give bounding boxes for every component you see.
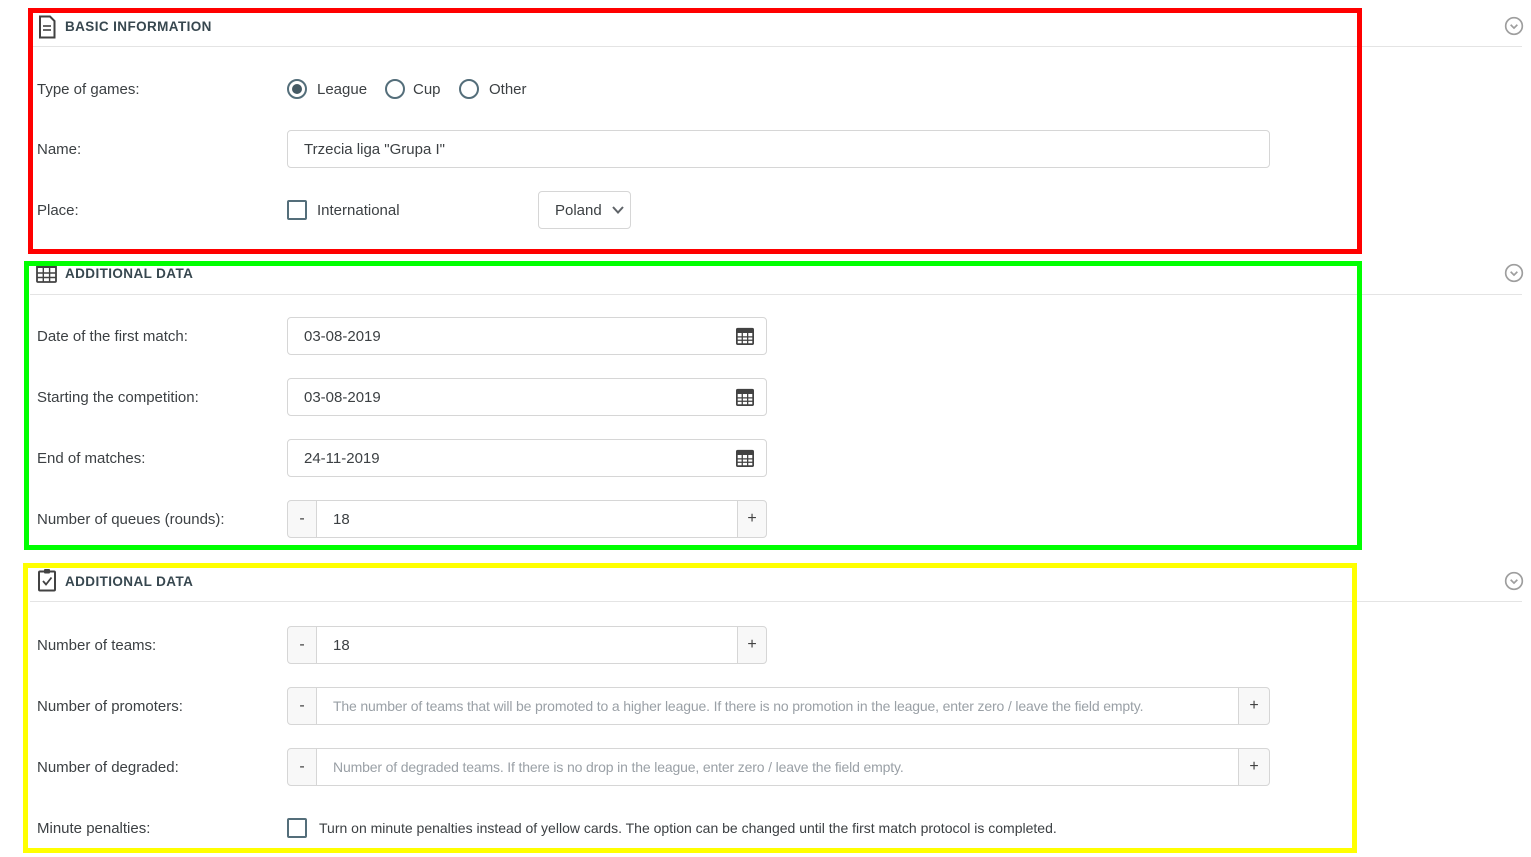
minute-penalties-description[interactable]: Turn on minute penalties instead of yell… bbox=[319, 820, 1057, 836]
number-of-degraded-label: Number of degraded: bbox=[37, 759, 179, 776]
plus-icon: + bbox=[747, 510, 756, 528]
name-field-wrapper bbox=[287, 130, 1270, 168]
date-first-match-field[interactable] bbox=[287, 317, 767, 355]
collapse-section-numbers-button[interactable] bbox=[1504, 571, 1524, 591]
country-dropdown[interactable]: Poland bbox=[538, 191, 631, 229]
end-of-matches-label: End of matches: bbox=[37, 450, 145, 467]
radio-league-label[interactable]: League bbox=[317, 81, 367, 98]
calendar-icon[interactable] bbox=[736, 327, 754, 345]
starting-competition-label: Starting the competition: bbox=[37, 389, 199, 406]
radio-league[interactable] bbox=[287, 79, 307, 99]
teams-field-wrapper bbox=[317, 626, 737, 664]
queues-increment-button[interactable]: + bbox=[737, 500, 767, 538]
end-of-matches-field[interactable] bbox=[287, 439, 767, 477]
name-label: Name: bbox=[37, 141, 81, 158]
section-title-additional-data-dates: ADDITIONAL DATA bbox=[65, 266, 193, 281]
international-checkbox[interactable] bbox=[287, 200, 307, 220]
end-of-matches-input[interactable] bbox=[304, 450, 736, 467]
radio-cup-label[interactable]: Cup bbox=[413, 81, 441, 98]
place-label: Place: bbox=[37, 202, 79, 219]
number-of-teams-label: Number of teams: bbox=[37, 637, 156, 654]
name-input[interactable] bbox=[304, 141, 1257, 158]
international-checkbox-label[interactable]: International bbox=[317, 202, 400, 219]
section-divider bbox=[30, 601, 1522, 602]
queues-field-wrapper bbox=[317, 500, 737, 538]
teams-decrement-button[interactable]: - bbox=[287, 626, 317, 664]
clipboard-check-icon bbox=[37, 568, 57, 592]
degraded-input[interactable] bbox=[333, 759, 1226, 775]
collapse-section-basic-button[interactable] bbox=[1504, 16, 1524, 36]
date-first-match-input[interactable] bbox=[304, 328, 736, 345]
calendar-icon[interactable] bbox=[736, 449, 754, 467]
minute-penalties-checkbox[interactable] bbox=[287, 818, 307, 838]
section-title-additional-data-numbers: ADDITIONAL DATA bbox=[65, 574, 193, 589]
teams-increment-button[interactable]: + bbox=[737, 626, 767, 664]
plus-icon: + bbox=[747, 636, 756, 654]
section-divider bbox=[30, 294, 1522, 295]
plus-icon: + bbox=[1249, 697, 1258, 715]
competition-settings-page: BASIC INFORMATION Type of games: League … bbox=[0, 0, 1531, 857]
promoters-increment-button[interactable]: + bbox=[1238, 687, 1270, 725]
degraded-field-wrapper bbox=[317, 748, 1238, 786]
date-first-match-label: Date of the first match: bbox=[37, 328, 188, 345]
starting-competition-input[interactable] bbox=[304, 389, 736, 406]
radio-cup[interactable] bbox=[385, 79, 405, 99]
chevron-down-circle-icon bbox=[1504, 16, 1524, 36]
minus-icon: - bbox=[299, 636, 304, 654]
section-title-basic-information: BASIC INFORMATION bbox=[65, 19, 212, 34]
chevron-down-icon bbox=[612, 206, 624, 214]
promoters-decrement-button[interactable]: - bbox=[287, 687, 317, 725]
chevron-down-circle-icon bbox=[1504, 571, 1524, 591]
number-of-queues-label: Number of queues (rounds): bbox=[37, 511, 225, 528]
calendar-table-icon bbox=[36, 262, 57, 283]
radio-other[interactable] bbox=[459, 79, 479, 99]
minus-icon: - bbox=[299, 697, 304, 715]
minus-icon: - bbox=[299, 510, 304, 528]
section-divider bbox=[30, 46, 1522, 47]
country-dropdown-value: Poland bbox=[555, 202, 602, 219]
chevron-down-circle-icon bbox=[1504, 263, 1524, 283]
queues-input[interactable] bbox=[333, 511, 725, 528]
calendar-icon[interactable] bbox=[736, 388, 754, 406]
plus-icon: + bbox=[1249, 758, 1258, 776]
minute-penalties-label: Minute penalties: bbox=[37, 820, 150, 837]
degraded-increment-button[interactable]: + bbox=[1238, 748, 1270, 786]
collapse-section-dates-button[interactable] bbox=[1504, 263, 1524, 283]
queues-decrement-button[interactable]: - bbox=[287, 500, 317, 538]
starting-competition-field[interactable] bbox=[287, 378, 767, 416]
teams-input[interactable] bbox=[333, 637, 725, 654]
degraded-decrement-button[interactable]: - bbox=[287, 748, 317, 786]
number-of-promoters-label: Number of promoters: bbox=[37, 698, 183, 715]
promoters-input[interactable] bbox=[333, 698, 1226, 714]
promoters-field-wrapper bbox=[317, 687, 1238, 725]
radio-other-label[interactable]: Other bbox=[489, 81, 527, 98]
document-icon bbox=[37, 15, 57, 39]
radio-dot bbox=[292, 84, 302, 94]
minus-icon: - bbox=[299, 758, 304, 776]
type-of-games-label: Type of games: bbox=[37, 81, 140, 98]
